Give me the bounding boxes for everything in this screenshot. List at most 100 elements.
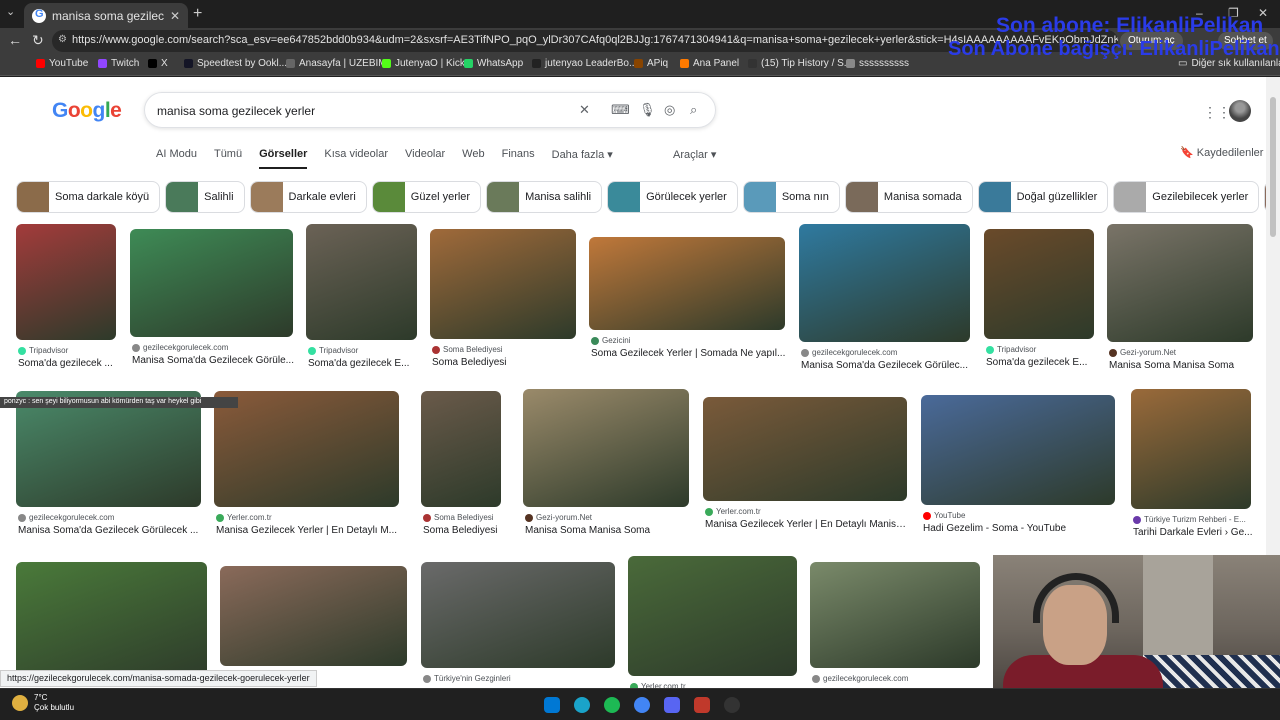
result-caption[interactable]: Soma Belediyesi [423, 525, 503, 536]
discord-icon[interactable] [664, 697, 680, 713]
related-search-chip[interactable]: Manisa salihli [486, 181, 603, 213]
search-tab[interactable]: Tümü [214, 148, 242, 169]
result-thumbnail[interactable] [130, 229, 293, 337]
result-thumbnail[interactable] [214, 391, 399, 507]
image-result[interactable]: Türkiye Turizm Rehberi - E... Tarihi Dark… [1131, 389, 1253, 543]
search-tab[interactable]: Daha fazla ▾ [552, 148, 613, 169]
result-caption[interactable]: Soma Gezilecek Yerler | Somada Ne yapıl.… [591, 348, 787, 359]
result-source[interactable]: Türkiye'nin Gezginleri [423, 674, 511, 683]
image-result[interactable]: Tripadvisor Soma'da gezilecek E... [306, 224, 417, 374]
image-result[interactable]: Türkiye'nin Gezginleri [421, 562, 615, 688]
spotify-icon[interactable] [604, 697, 620, 713]
result-caption[interactable]: Hadi Gezelim - Soma - YouTube [923, 523, 1117, 534]
result-caption[interactable]: Manisa Soma Manisa Soma [1109, 360, 1255, 371]
result-caption[interactable]: Tarihi Darkale Evleri › Ge... [1133, 527, 1253, 538]
google-logo[interactable]: Google [52, 99, 122, 123]
related-search-chip[interactable]: Darkale evleri [249, 181, 367, 213]
image-result[interactable]: Tripadvisor Soma'da gezilecek E... [984, 229, 1094, 373]
image-result[interactable]: YouTube Hadi Gezelim - Soma - YouTube [921, 395, 1115, 539]
image-result[interactable]: Yerler.com.tr Manisa Gezilecek Yerler | E… [703, 397, 909, 535]
image-result[interactable]: gezilecekgorulecek.com [810, 562, 980, 688]
result-thumbnail[interactable] [1131, 389, 1251, 509]
close-tab-icon[interactable]: ✕ [170, 9, 180, 23]
search-box[interactable]: manisa soma gezilecek yerler ✕ ⌨ 🎙 ◎ ⌕ [144, 92, 716, 128]
result-source[interactable]: Tripadvisor [986, 345, 1036, 354]
bookmark-item[interactable]: Anasayfa | UZEBIM [286, 58, 387, 69]
avatar[interactable] [1229, 100, 1251, 122]
tab-search-icon[interactable]: ⌄ [6, 5, 15, 18]
keyboard-icon[interactable]: ⌨ [611, 102, 630, 118]
search-tab[interactable]: Kısa videolar [324, 148, 388, 169]
result-caption[interactable]: Soma Belediyesi [432, 357, 578, 368]
result-source[interactable]: gezilecekgorulecek.com [18, 513, 114, 522]
result-thumbnail[interactable] [703, 397, 907, 501]
result-thumbnail[interactable] [430, 229, 576, 339]
result-thumbnail[interactable] [220, 566, 407, 666]
result-caption[interactable]: Manisa Soma Manisa Soma [525, 525, 691, 536]
result-thumbnail[interactable] [984, 229, 1094, 339]
image-result[interactable]: Soma Belediyesi Soma Belediyesi [430, 229, 576, 373]
result-caption[interactable]: Soma'da gezilecek E... [308, 358, 419, 369]
bookmark-item[interactable]: APiq [634, 58, 668, 69]
result-source[interactable]: Gezi-yorum.Net [1109, 348, 1176, 357]
related-search-chip[interactable]: Soma nın [742, 181, 840, 213]
result-source[interactable]: Soma Belediyesi [423, 513, 494, 522]
scrollbar-thumb[interactable] [1270, 97, 1276, 237]
lens-icon[interactable]: ◎ [664, 102, 675, 118]
image-result[interactable]: Gezi-yorum.Net Manisa Soma Manisa Soma [1107, 224, 1253, 376]
result-source[interactable]: Yerler.com.tr [705, 507, 761, 516]
back-icon[interactable]: ← [8, 32, 22, 48]
search-tab[interactable]: Finans [502, 148, 535, 169]
search-tab[interactable]: Web [462, 148, 484, 169]
result-source[interactable]: Tripadvisor [308, 346, 358, 355]
bookmark-item[interactable]: (15) Tip History / S... [748, 58, 852, 69]
related-search-chip[interactable]: Soma darkale köyü [16, 181, 161, 213]
site-info-icon[interactable]: ⚙ [58, 34, 67, 45]
result-source[interactable]: Gezi-yorum.Net [525, 513, 592, 522]
image-result[interactable]: Soma Belediyesi Soma Belediyesi [421, 391, 501, 541]
image-result[interactable]: Gezicini Soma Gezilecek Yerler | Somada N… [589, 237, 785, 364]
related-search-chip[interactable]: Güzel yerler [371, 181, 482, 213]
result-source[interactable]: YouTube [923, 511, 965, 520]
start-icon[interactable] [544, 697, 560, 713]
tools-menu[interactable]: Araçlar ▾ [673, 148, 716, 161]
result-thumbnail[interactable] [421, 562, 615, 668]
image-result[interactable]: gezilecekgorulecek.com Manisa Soma'da Gez… [130, 229, 294, 371]
related-search-chip[interactable]: Manisa somada [844, 181, 973, 213]
result-thumbnail[interactable] [799, 224, 970, 342]
image-result[interactable]: Tripadvisor Soma'da gezilecek ... [16, 224, 116, 374]
result-thumbnail[interactable] [1107, 224, 1253, 342]
search-tab[interactable]: Görseller [259, 148, 308, 169]
game-icon[interactable] [694, 697, 710, 713]
apps-grid-icon[interactable]: ⋮⋮ [1203, 104, 1231, 121]
bookmark-item[interactable]: Speedtest by Ookl... [184, 58, 287, 69]
chrome-icon[interactable] [634, 697, 650, 713]
related-search-chip[interactable]: Salihli [165, 181, 245, 213]
result-source[interactable]: Yerler.com.tr [216, 513, 272, 522]
result-source[interactable]: Tripadvisor [18, 346, 68, 355]
bookmark-item[interactable]: Twitch [98, 58, 139, 69]
search-icon[interactable]: ⌕ [690, 102, 697, 118]
obs-icon[interactable] [724, 697, 740, 713]
result-thumbnail[interactable] [628, 556, 797, 676]
bookmark-item[interactable]: X [148, 58, 168, 69]
result-thumbnail[interactable] [306, 224, 417, 340]
result-thumbnail[interactable] [16, 224, 116, 340]
result-caption[interactable]: Soma'da gezilecek ... [18, 358, 118, 369]
result-caption[interactable]: Soma'da gezilecek E... [986, 357, 1096, 368]
search-tab[interactable]: Videolar [405, 148, 445, 169]
result-caption[interactable]: Manisa Soma'da Gezilecek Görülecek ... [18, 525, 203, 536]
bookmark-item[interactable]: JutenyaO | Kick [382, 58, 465, 69]
clear-icon[interactable]: ✕ [579, 102, 590, 118]
result-caption[interactable]: Manisa Gezilecek Yerler | En Detaylı M..… [216, 525, 401, 536]
result-source[interactable]: gezilecekgorulecek.com [812, 674, 908, 683]
related-search-chip[interactable]: Doğal güzellikler [977, 181, 1109, 213]
result-thumbnail[interactable] [810, 562, 980, 668]
image-result[interactable]: gezilecekgorulecek.com Manisa Soma'da Gez… [799, 224, 970, 376]
result-source[interactable]: gezilecekgorulecek.com [801, 348, 897, 357]
bookmark-item[interactable]: YouTube [36, 58, 88, 69]
saved-link[interactable]: 🔖 Kaydedilenler [1180, 146, 1263, 159]
bookmark-item[interactable]: jutenyao LeaderBo... [532, 58, 637, 69]
image-result[interactable]: Yerler.com.tr Manisa Gezilecek Yerler | E… [214, 391, 399, 541]
result-source[interactable]: Gezicini [591, 336, 630, 345]
